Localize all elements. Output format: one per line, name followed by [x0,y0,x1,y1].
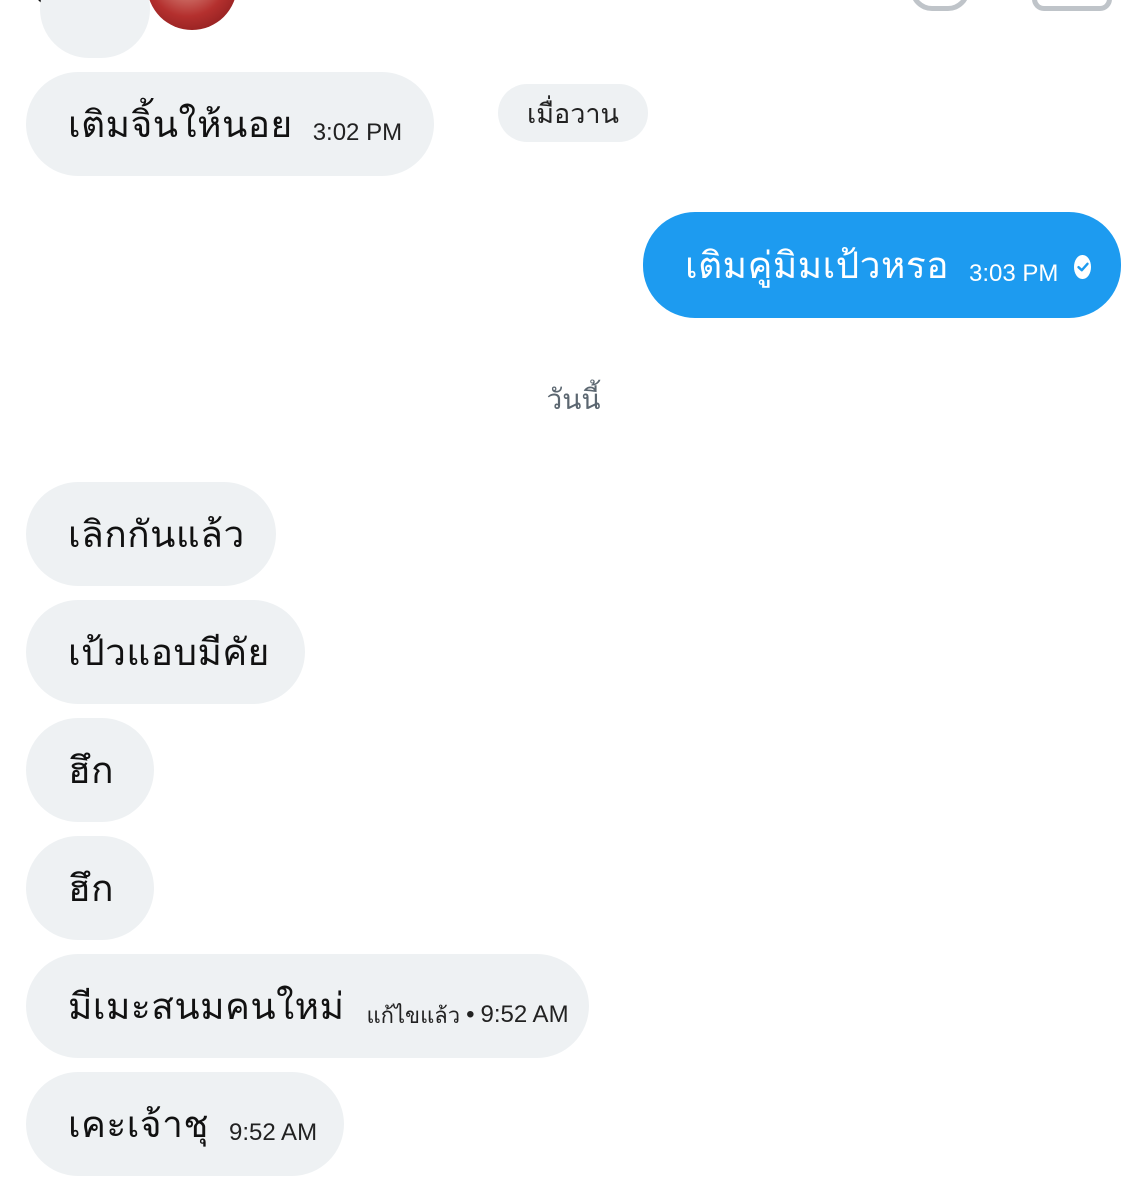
message-text: ฮึก [68,866,114,910]
message-bubble-incoming[interactable]: มีเมะสนมคนใหม่ แก้ไขแล้ว • 9:52 AM [26,954,589,1058]
read-check-icon [1074,255,1091,279]
message-bubble-incoming[interactable]: เคะเจ้าชุ 9:52 AM [26,1072,344,1176]
edited-label: แก้ไขแล้ว [366,1003,461,1029]
message-bubble-incoming[interactable]: ฮึก [26,718,154,822]
verified-badge-icon [455,0,489,4]
message-bubble-partial [40,0,150,58]
video-call-icon[interactable] [1032,0,1112,11]
date-separator-yesterday: เมื่อวาน [498,84,648,142]
message-time: 9:52 AM [229,1119,318,1146]
meta-separator: • [466,1001,475,1028]
message-bubble-outgoing[interactable]: เติมคู่มิมเป้วหรอ 3:03 PM [643,212,1121,318]
message-time: 3:02 PM [312,119,403,146]
message-text: เติมคู่มิมเป้วหรอ [685,243,949,287]
message-bubble-incoming[interactable]: เติมจิ้นให้นอย 3:02 PM [26,72,434,176]
message-bubble-incoming[interactable]: เลิกกันแล้ว [26,482,276,586]
message-text: เติมจิ้นให้นอย [68,102,293,146]
message-text: เป้วแอบมีคัย [68,630,270,674]
phone-icon[interactable] [910,0,970,11]
message-time: 3:03 PM [969,260,1059,287]
message-text: ฮึก [68,748,114,792]
date-separator-today: วันนี้ [546,383,601,416]
avatar[interactable] [147,0,237,30]
message-text: เคะเจ้าชุ [68,1102,209,1146]
message-text: มีเมะสนมคนใหม่ [68,984,345,1028]
message-bubble-incoming[interactable]: เป้วแอบมีคัย [26,600,305,704]
message-time: 9:52 AM [480,1001,569,1028]
message-bubble-incoming[interactable]: ฮึก [26,836,154,940]
chat-screen: เติมจิ้นให้นอย 3:02 PM เมื่อวาน เติมคู่ม… [0,0,1147,1200]
message-text: เลิกกันแล้ว [68,512,245,556]
